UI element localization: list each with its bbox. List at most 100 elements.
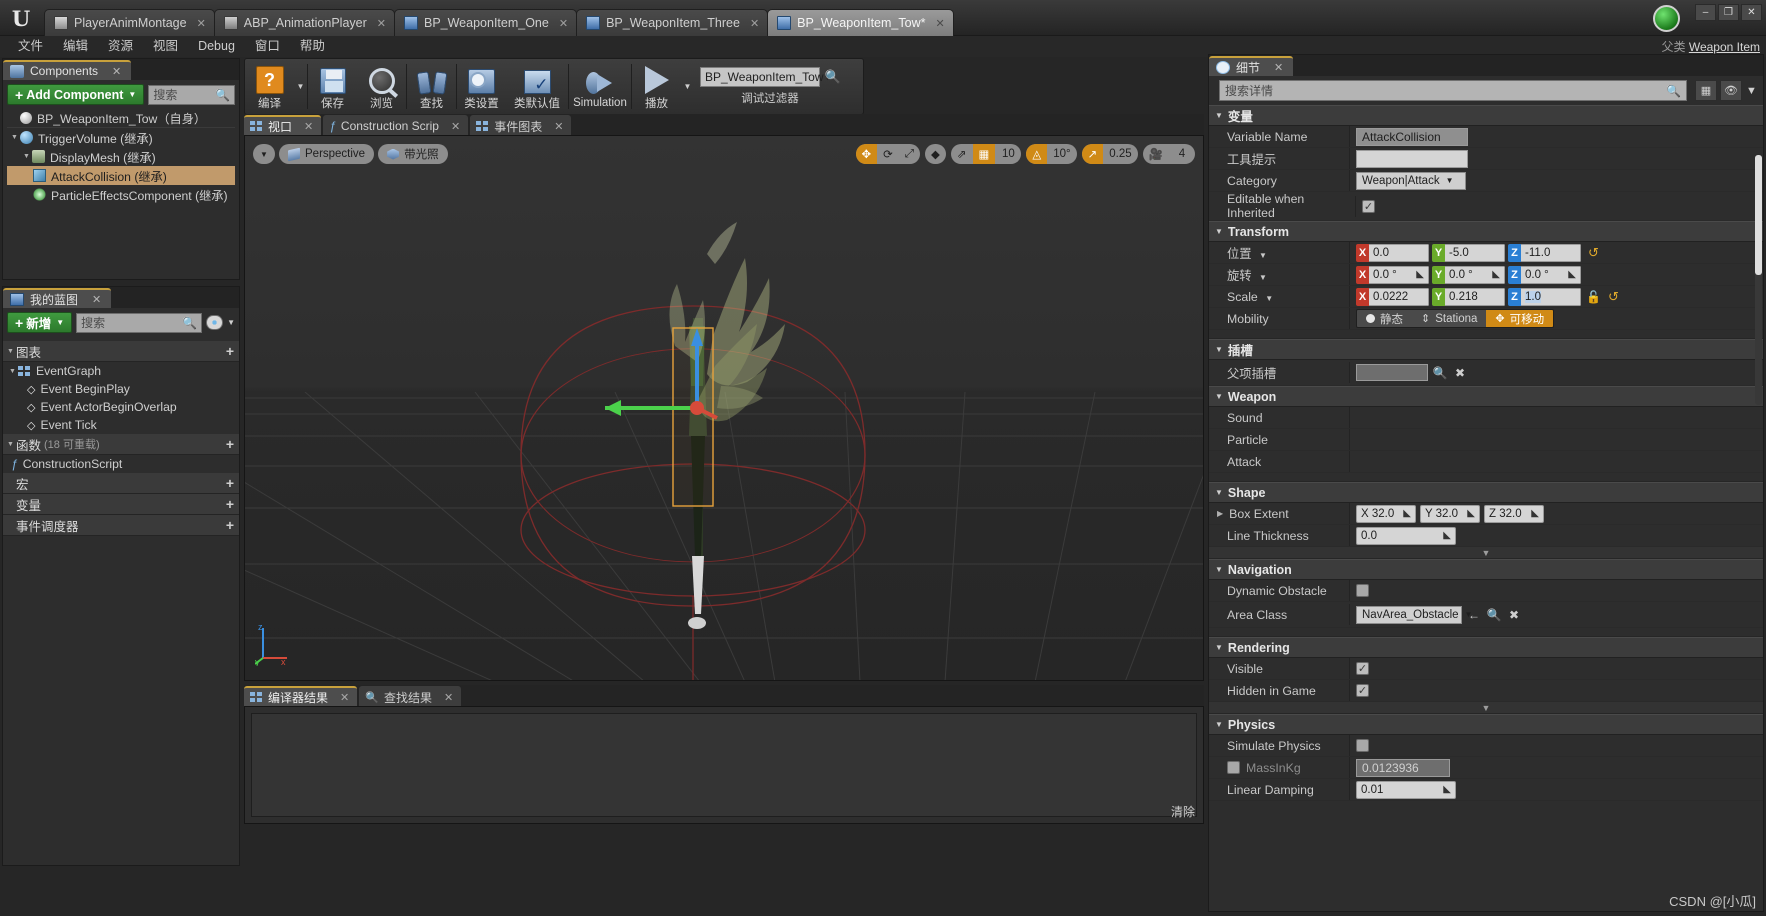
editable-when-inherited-checkbox[interactable]: ✓ <box>1362 199 1375 213</box>
variable-name-input[interactable]: AttackCollision <box>1356 127 1468 146</box>
category-variable[interactable]: ▼ 变量 <box>1209 105 1763 126</box>
graph-row-event-tick[interactable]: ◇ Event Tick <box>3 416 239 434</box>
tab-details[interactable]: 细节 ✕ <box>1209 56 1294 76</box>
scale-x-input[interactable]: 0.0222 <box>1369 287 1429 306</box>
dynamic-obstacle-checkbox[interactable]: ✓ <box>1356 584 1369 597</box>
toolbar-simulation-button[interactable]: Simulation <box>569 59 631 114</box>
toolbar-browse-button[interactable]: 浏览 <box>357 59 406 114</box>
add-variable-button[interactable]: + <box>226 496 234 512</box>
category-rendering[interactable]: ▼ Rendering <box>1209 637 1763 658</box>
document-tab-playeranimmontage[interactable]: PlayerAnimMontage ✕ <box>44 9 215 36</box>
menu-item-debug[interactable]: Debug <box>188 36 245 57</box>
clear-results-button[interactable]: 清除 <box>1171 803 1195 820</box>
back-icon[interactable]: ← <box>1466 607 1482 623</box>
mobility-movable-option[interactable]: ✥ 可移动 <box>1486 310 1554 327</box>
spinner-icon[interactable]: ◣ <box>1443 784 1451 795</box>
toolbar-class-settings-button[interactable]: 类设置 <box>457 59 506 114</box>
rotation-z-input[interactable]: 0.0 ° ◣ <box>1521 265 1581 284</box>
compile-options-chevron-down-icon[interactable]: ▼ <box>294 59 307 114</box>
close-icon[interactable]: ✕ <box>304 120 313 133</box>
chevron-right-icon[interactable]: ▶ <box>1217 509 1223 518</box>
chevron-down-icon[interactable]: ▼ <box>1259 273 1267 282</box>
search-icon[interactable]: 🔍 <box>1486 607 1502 623</box>
chevron-down-icon[interactable]: ▼ <box>7 368 18 375</box>
line-thickness-input[interactable]: 0.0 ◣ <box>1356 526 1456 545</box>
linear-damping-input[interactable]: 0.01 ◣ <box>1356 780 1456 799</box>
mobility-static-option[interactable]: 静态 <box>1357 310 1412 327</box>
function-row-constructionscript[interactable]: ƒ ConstructionScript <box>3 455 239 473</box>
spinner-icon[interactable]: ◣ <box>1467 508 1475 519</box>
eye-icon[interactable]: 👁 <box>1720 80 1742 101</box>
clear-icon[interactable]: ✖ <box>1452 365 1468 381</box>
category-shape[interactable]: ▼ Shape <box>1209 482 1763 503</box>
component-root-row[interactable]: BP_WeaponItem_Tow（自身） <box>7 109 235 128</box>
area-class-select[interactable]: NavArea_Obstacle ▼ <box>1356 605 1472 624</box>
rotation-y-input[interactable]: 0.0 ° ◣ <box>1445 265 1505 284</box>
menu-item-asset[interactable]: 资源 <box>98 36 143 57</box>
section-variables[interactable]: 变量 + <box>3 494 239 515</box>
category-transform[interactable]: ▼ Transform <box>1209 221 1763 242</box>
add-event-dispatcher-button[interactable]: + <box>226 517 234 533</box>
box-extent-z-input[interactable]: Z 32.0 ◣ <box>1484 504 1544 523</box>
toolbar-save-button[interactable]: 保存 <box>308 59 357 114</box>
tab-close-icon[interactable]: ✕ <box>559 17 568 30</box>
chevron-down-icon[interactable]: ▼ <box>227 318 235 327</box>
location-x-input[interactable]: 0.0 <box>1369 243 1429 262</box>
close-icon[interactable]: ✕ <box>92 293 101 306</box>
chevron-down-icon[interactable]: ▼ <box>1265 294 1273 303</box>
component-row-attackcollision[interactable]: AttackCollision (继承) <box>7 166 235 185</box>
massinkg-override-checkbox[interactable]: ✓ <box>1227 761 1240 774</box>
component-row-displaymesh[interactable]: ▼ DisplayMesh (继承) <box>7 147 235 166</box>
toolbar-find-button[interactable]: 查找 <box>407 59 456 114</box>
box-extent-y-input[interactable]: Y 32.0 ◣ <box>1420 504 1480 523</box>
category-sockets[interactable]: ▼ 插槽 <box>1209 339 1763 360</box>
add-component-button[interactable]: + Add Component ▼ <box>7 84 145 105</box>
chevron-down-icon[interactable]: ▼ <box>21 153 32 160</box>
scale-z-input[interactable]: 1.0 <box>1521 287 1581 306</box>
clear-icon[interactable]: ✖ <box>1506 607 1522 623</box>
my-blueprint-search-input[interactable]: 搜索 🔍 <box>76 312 203 333</box>
minimize-button[interactable]: – <box>1695 4 1716 21</box>
category-navigation[interactable]: ▼ Navigation <box>1209 559 1763 580</box>
shape-section-expander[interactable]: ▼ <box>1209 547 1763 559</box>
close-icon[interactable]: ✕ <box>112 65 121 78</box>
close-icon[interactable]: ✕ <box>554 120 563 133</box>
close-icon[interactable]: ✕ <box>340 691 349 704</box>
surface-snap-icon[interactable]: ⇗ <box>951 144 973 164</box>
add-function-button[interactable]: + <box>226 436 234 452</box>
viewport-camera-mode-button[interactable]: Perspective <box>279 144 375 164</box>
parent-class-link[interactable]: Weapon Item <box>1689 40 1760 54</box>
tooltip-input[interactable] <box>1356 149 1468 168</box>
spinner-icon[interactable]: ◣ <box>1492 269 1500 280</box>
location-y-input[interactable]: -5.0 <box>1445 243 1505 262</box>
tab-close-icon[interactable]: ✕ <box>197 17 206 30</box>
components-search-input[interactable]: 搜索 🔍 <box>148 84 235 105</box>
hidden-in-game-checkbox[interactable]: ✓ <box>1356 684 1369 697</box>
tab-close-icon[interactable]: ✕ <box>935 17 944 30</box>
compiler-results-log[interactable] <box>251 713 1197 817</box>
spinner-icon[interactable]: ◣ <box>1403 508 1411 519</box>
graph-row-event-beginplay[interactable]: ◇ Event BeginPlay <box>3 380 239 398</box>
rotation-snap-value[interactable]: 10° <box>1047 144 1076 164</box>
grid-snap-icon[interactable]: ▦ <box>972 144 996 164</box>
eye-icon[interactable] <box>206 315 224 330</box>
tab-event-graph[interactable]: 事件图表 ✕ <box>470 115 572 135</box>
tab-find-results[interactable]: 🔍 查找结果 ✕ <box>359 686 462 706</box>
toolbar-compile-button[interactable]: ? 编译 <box>245 59 294 114</box>
graph-row-eventgraph[interactable]: ▼ EventGraph <box>3 362 239 380</box>
maximize-button[interactable]: ❐ <box>1718 4 1739 21</box>
spinner-icon[interactable]: ◣ <box>1416 269 1424 280</box>
mobility-stationary-option[interactable]: ⇕ Stationa <box>1412 310 1487 327</box>
lock-icon[interactable]: 🔓 <box>1586 290 1601 304</box>
section-event-dispatchers[interactable]: 事件调度器 + <box>3 515 239 536</box>
tab-construction-script[interactable]: ƒ Construction Scrip ✕ <box>323 115 469 135</box>
document-tab-bp-weaponitem-tow[interactable]: BP_WeaponItem_Tow* ✕ <box>767 9 954 36</box>
grid-snap-value[interactable]: 10 <box>995 144 1021 164</box>
visible-checkbox[interactable]: ✓ <box>1356 662 1369 675</box>
simulate-physics-checkbox[interactable]: ✓ <box>1356 739 1369 752</box>
tab-close-icon[interactable]: ✕ <box>750 17 759 30</box>
document-tab-abp-animationplayer[interactable]: ABP_AnimationPlayer ✕ <box>213 9 395 36</box>
scale-icon[interactable]: ⤢ <box>899 144 920 164</box>
add-graph-button[interactable]: + <box>226 343 234 359</box>
parent-socket-input[interactable] <box>1356 364 1428 381</box>
